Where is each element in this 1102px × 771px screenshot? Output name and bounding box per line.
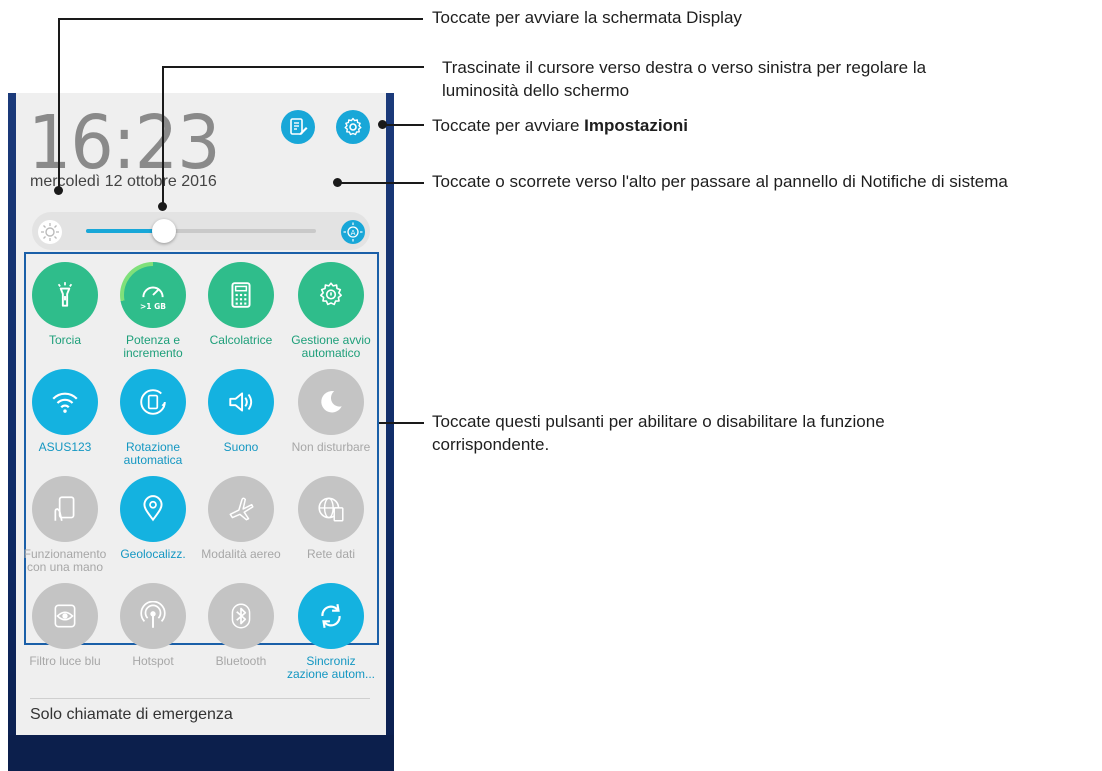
- one-hand-icon[interactable]: [32, 476, 98, 542]
- boost-gauge-icon[interactable]: >1 GB: [120, 262, 186, 328]
- quick-setting-tile[interactable]: Non disturbare: [286, 369, 376, 454]
- notifications-callout-text: Toccate o scorrete verso l'alto per pass…: [432, 172, 1008, 191]
- speaker-icon[interactable]: [208, 369, 274, 435]
- auto-start-gear-icon[interactable]: [298, 262, 364, 328]
- gear-icon: [344, 117, 362, 136]
- quick-setting-tile[interactable]: Torcia: [20, 262, 110, 347]
- quick-setting-tile[interactable]: Modalità aereo: [196, 476, 286, 561]
- sync-icon[interactable]: [298, 583, 364, 649]
- quick-setting-label: ASUS123: [38, 440, 92, 454]
- emergency-calls-label: Solo chiamate di emergenza: [30, 706, 233, 723]
- globe-phone-icon[interactable]: [298, 476, 364, 542]
- divider: [30, 698, 370, 699]
- quick-setting-label: Hotspot: [132, 654, 174, 668]
- quick-setting-label: Sincroniz zazione autom...: [286, 654, 376, 681]
- quick-setting-label: Rotazione automatica: [123, 440, 183, 467]
- quick-setting-tile[interactable]: Filtro luce blu: [20, 583, 110, 668]
- slider-callout-line: [162, 66, 424, 68]
- eye-icon[interactable]: [32, 583, 98, 649]
- brightness-low-icon: [38, 220, 62, 244]
- quick-setting-label: Bluetooth: [215, 654, 267, 668]
- airplane-icon[interactable]: [208, 476, 274, 542]
- quick-setting-label: Funzionamento con una mano: [23, 547, 107, 574]
- svg-text:>1 GB: >1 GB: [140, 302, 166, 310]
- quick-setting-tile[interactable]: Hotspot: [108, 583, 198, 668]
- quick-setting-tile[interactable]: Geolocalizz.: [108, 476, 198, 561]
- settings-button[interactable]: [336, 110, 370, 144]
- auto-brightness-icon: A: [343, 222, 363, 242]
- slider-callout-line: [162, 66, 164, 206]
- quick-setting-label: Suono: [223, 440, 259, 454]
- quick-setting-label: Geolocalizz.: [120, 547, 186, 561]
- quick-setting-tile[interactable]: Funzionamento con una mano: [20, 476, 110, 574]
- hotspot-icon[interactable]: [120, 583, 186, 649]
- bluetooth-icon[interactable]: [208, 583, 274, 649]
- quick-setting-label: Gestione avvio automatico: [291, 333, 371, 360]
- location-pin-icon[interactable]: [120, 476, 186, 542]
- display-callout-line: [58, 18, 60, 190]
- quick-setting-tile[interactable]: Bluetooth: [196, 583, 286, 668]
- quick-setting-label: Calcolatrice: [209, 333, 273, 347]
- flashlight-icon[interactable]: [32, 262, 98, 328]
- buttons-callout-line: [379, 422, 424, 424]
- quick-setting-label: Torcia: [48, 333, 81, 347]
- quick-setting-label: Modalità aereo: [201, 547, 281, 561]
- auto-rotate-icon[interactable]: [120, 369, 186, 435]
- slider-callout-text: Trascinate il cursore verso destra o ver…: [442, 58, 927, 100]
- quick-setting-label: Rete dati: [306, 547, 356, 561]
- quick-setting-tile[interactable]: Suono: [196, 369, 286, 454]
- quick-setting-tile[interactable]: Rete dati: [286, 476, 376, 561]
- display-callout-dot: [54, 186, 63, 195]
- quick-notes-button[interactable]: [281, 110, 315, 144]
- quick-setting-tile[interactable]: Sincroniz zazione autom...: [286, 583, 376, 681]
- calculator-icon[interactable]: [208, 262, 274, 328]
- quick-setting-label: Potenza e incremento: [123, 333, 183, 360]
- quick-setting-tile[interactable]: ASUS123: [20, 369, 110, 454]
- settings-callout-text: Toccate per avviare Impostazioni: [432, 116, 689, 135]
- display-callout-text: Toccate per avviare la schermata Display: [432, 8, 742, 27]
- wifi-icon[interactable]: [32, 369, 98, 435]
- brightness-slider-handle[interactable]: [152, 219, 176, 243]
- moon-icon[interactable]: [298, 369, 364, 435]
- quick-setting-tile[interactable]: >1 GB Potenza e incremento: [108, 262, 198, 360]
- svg-text:A: A: [351, 229, 356, 237]
- quick-setting-tile[interactable]: Gestione avvio automatico: [286, 262, 376, 360]
- quick-setting-label: Non disturbare: [291, 440, 371, 454]
- notifications-callout-line: [337, 182, 424, 184]
- slider-callout-dot: [158, 202, 167, 211]
- notes-icon: [290, 118, 308, 135]
- buttons-callout-text: Toccate questi pulsanti per abilitare o …: [432, 412, 885, 454]
- settings-callout-line: [382, 124, 424, 126]
- auto-brightness-button[interactable]: A: [341, 220, 365, 244]
- wallpaper-strip: [8, 735, 394, 771]
- display-callout-line: [58, 18, 423, 20]
- quick-setting-tile[interactable]: Calcolatrice: [196, 262, 286, 347]
- quick-setting-label: Filtro luce blu: [29, 654, 101, 668]
- quick-setting-tile[interactable]: Rotazione automatica: [108, 369, 198, 467]
